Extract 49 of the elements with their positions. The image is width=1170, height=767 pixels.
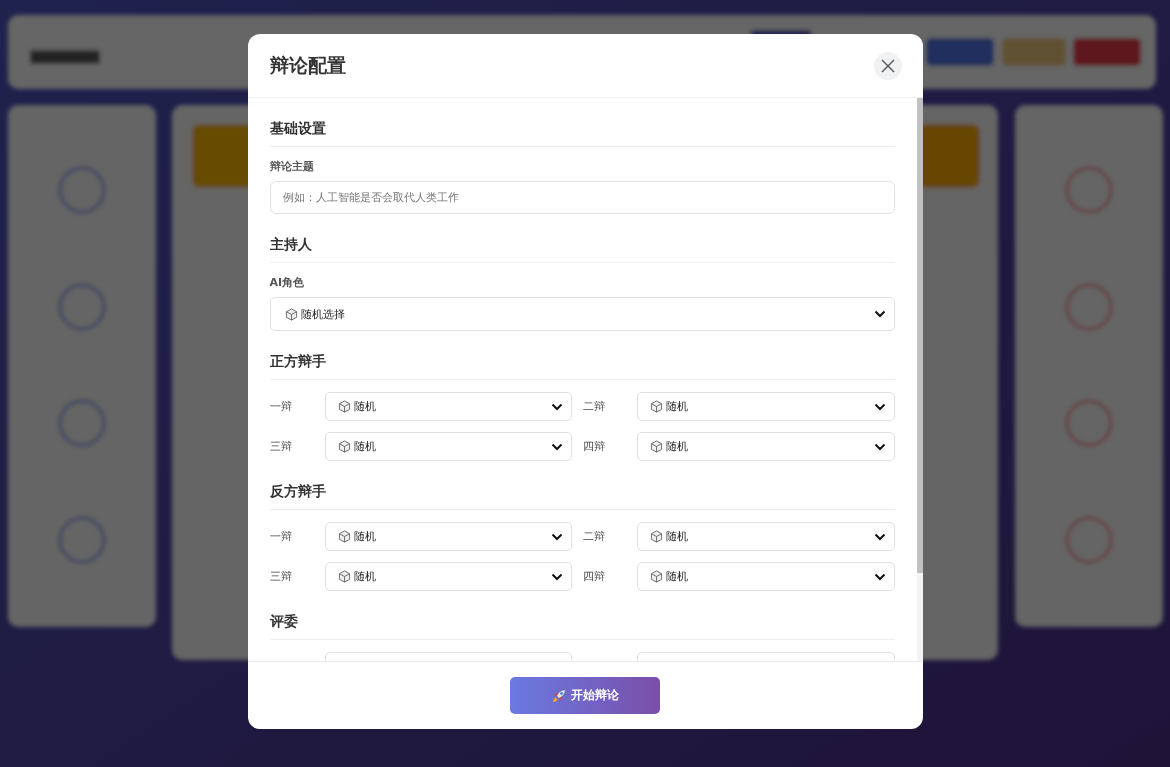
rocket-icon: [551, 687, 567, 704]
dice-icon: [649, 570, 663, 583]
dialog-title: 辩论配置: [269, 52, 346, 78]
section-title: 评委: [269, 613, 895, 640]
caret-icon: [550, 442, 563, 451]
caret-icon: [873, 572, 886, 581]
close-button[interactable]: [873, 51, 902, 80]
slot-label: 二辩: [582, 529, 606, 544]
select-field[interactable]: 随机: [636, 562, 895, 591]
slot-label: 一辩: [269, 529, 293, 544]
close-icon: [880, 58, 895, 73]
section-title: 基础设置: [269, 120, 895, 147]
scrollbar-thumb[interactable]: [916, 98, 923, 573]
dice-icon: [337, 530, 351, 543]
field-label: 辩论主题: [269, 159, 315, 174]
select-field[interactable]: 随机: [324, 522, 572, 551]
select-field[interactable]: 随机: [636, 432, 895, 461]
select-field[interactable]: 随机: [636, 522, 895, 551]
select-field[interactable]: 随机选择: [269, 297, 895, 331]
section-title: 主持人: [269, 236, 895, 263]
select-field[interactable]: 随机: [324, 392, 572, 421]
dice-icon: [649, 530, 663, 543]
caret-icon: [873, 310, 886, 318]
select-field[interactable]: 随机: [324, 432, 572, 461]
topic-input[interactable]: 例如：人工智能是否会取代人类工作: [269, 181, 895, 214]
caret-icon: [550, 532, 563, 541]
section-title: 正方辩手: [269, 353, 895, 380]
start-debate-button[interactable]: 开始辩论: [510, 677, 660, 714]
caret-icon: [873, 532, 886, 541]
dice-icon: [284, 307, 298, 321]
select-field[interactable]: 随机: [324, 562, 572, 591]
section-title: 反方辩手: [269, 483, 895, 510]
slot-label: 二辩: [582, 399, 606, 414]
caret-icon: [550, 572, 563, 581]
caret-icon: [550, 402, 563, 411]
caret-icon: [873, 442, 886, 451]
slot-label: 三辩: [269, 569, 293, 584]
caret-icon: [873, 402, 886, 411]
slot-label: 一辩: [269, 399, 293, 414]
dice-icon: [649, 440, 663, 453]
dice-icon: [337, 400, 351, 413]
dice-icon: [649, 400, 663, 413]
select-field[interactable]: 随机: [636, 392, 895, 421]
field-label: AI角色: [269, 275, 306, 290]
slot-label: 四辩: [582, 439, 606, 454]
dice-icon: [337, 440, 351, 453]
slot-label: 四辩: [582, 569, 606, 584]
dice-icon: [337, 570, 351, 583]
slot-label: 三辩: [269, 439, 293, 454]
